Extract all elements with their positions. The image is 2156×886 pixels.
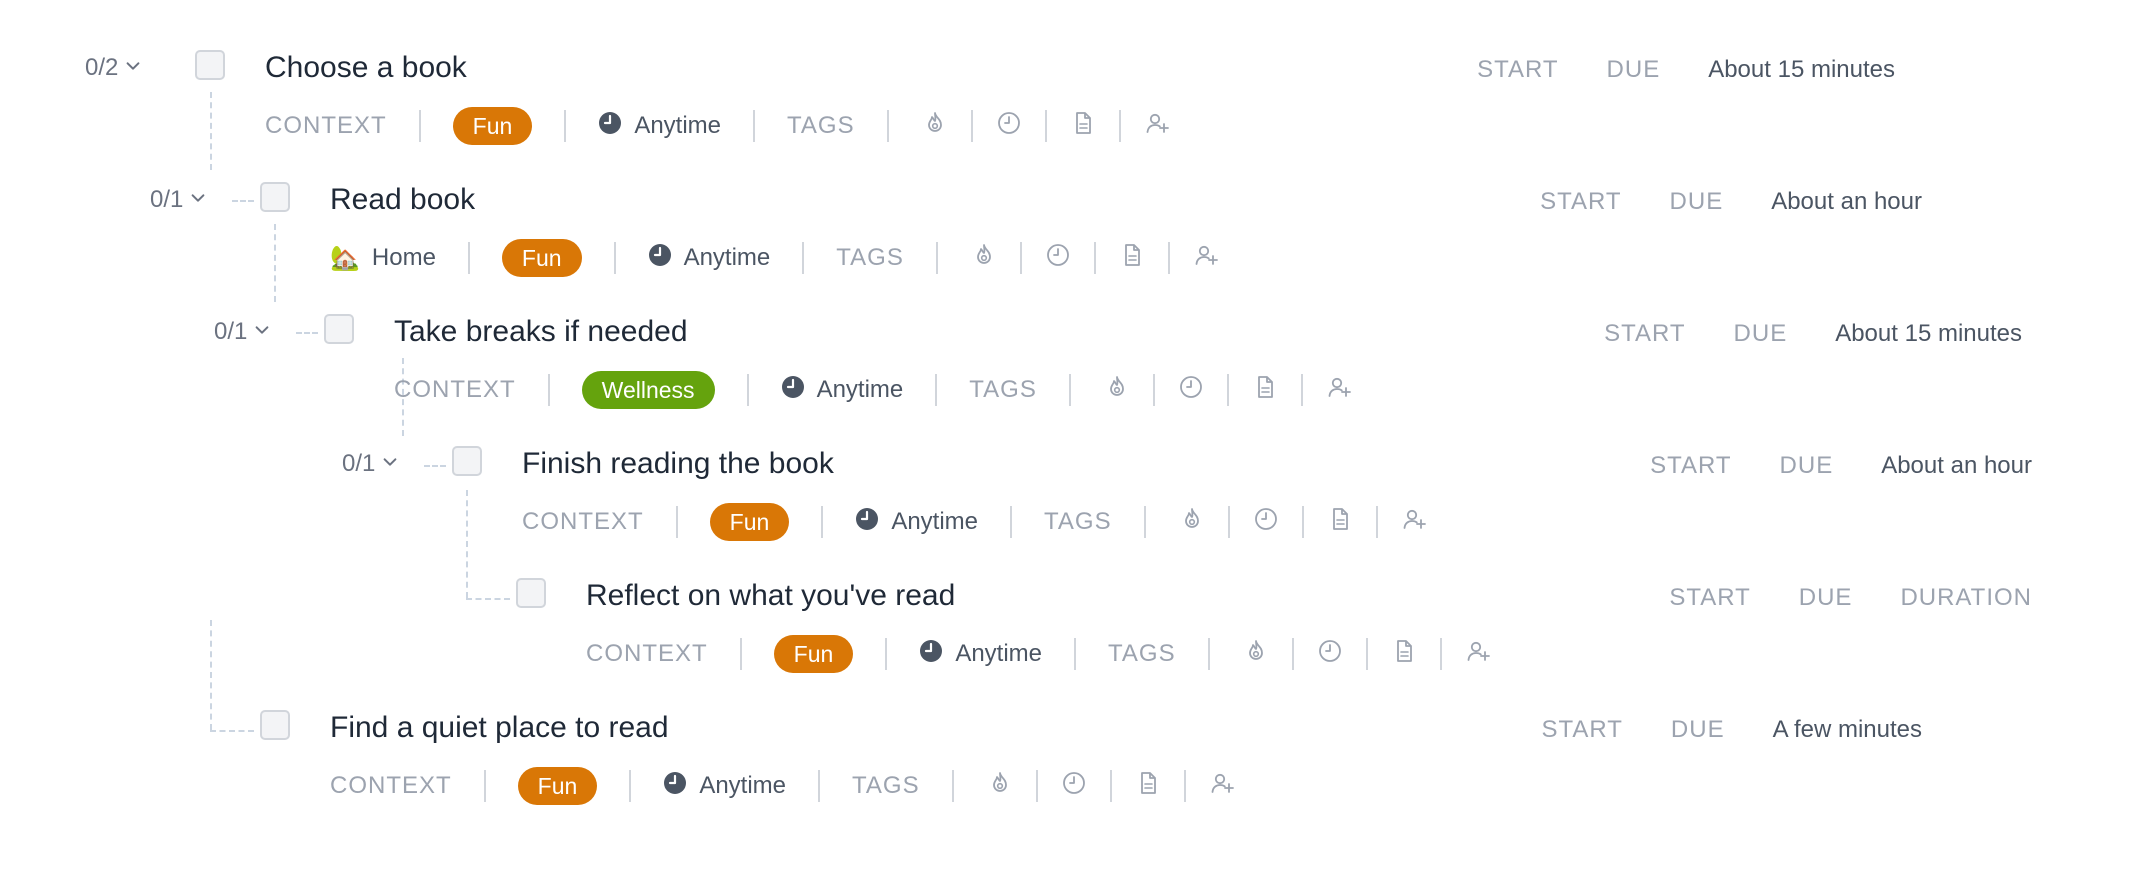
task-meta: START DUE A few minutes: [1541, 716, 1922, 744]
task-title[interactable]: Read book: [330, 183, 475, 217]
task-meta: START DUE About an hour: [1650, 452, 2032, 480]
duration-button[interactable]: About 15 minutes: [1708, 56, 1895, 83]
clock-outline-icon[interactable]: [1060, 769, 1088, 804]
start-date-button[interactable]: START: [1669, 584, 1750, 611]
duration-button[interactable]: DURATION: [1900, 584, 2032, 611]
divider: [629, 770, 632, 802]
subtask-progress: 0/1: [342, 450, 376, 477]
task-attributes: CONTEXT Fun Anytime TAGS: [330, 766, 1236, 806]
add-user-icon[interactable]: [1208, 769, 1236, 804]
task-title[interactable]: Take breaks if needed: [394, 315, 688, 349]
task-row: Reflect on what you've read START DUE DURAT…: [0, 528, 2156, 673]
duration-button[interactable]: About an hour: [1881, 452, 2032, 479]
subtask-progress: 0/2: [85, 54, 119, 81]
chevron-down-icon: [189, 186, 207, 214]
document-icon[interactable]: [1134, 769, 1162, 804]
task-row: 0/1 Finish reading the book START DUE About …: [0, 396, 2156, 541]
due-date-button[interactable]: DUE: [1734, 320, 1788, 347]
task-meta: START DUE About 15 minutes: [1604, 320, 2022, 348]
context-button[interactable]: CONTEXT: [330, 772, 452, 800]
start-date-button[interactable]: START: [1541, 716, 1622, 743]
due-date-button[interactable]: DUE: [1670, 188, 1724, 215]
task-tree: 0/2 Choose a book START DUE About 15 minutes…: [0, 0, 2156, 886]
due-date-button[interactable]: DUE: [1799, 584, 1853, 611]
task-checkbox[interactable]: [516, 578, 546, 608]
task-row: 0/1 Read book START DUE About an hour 🏡 Home Fu…: [0, 132, 2156, 277]
subtask-progress-toggle[interactable]: 0/1: [214, 318, 271, 346]
chevron-down-icon: [381, 450, 399, 478]
divider: [1109, 770, 1112, 802]
task-meta: START DUE DURATION: [1669, 584, 2032, 612]
schedule-label: Anytime: [699, 772, 787, 799]
task-checkbox[interactable]: [324, 314, 354, 344]
divider: [818, 770, 821, 802]
start-date-button[interactable]: START: [1540, 188, 1621, 215]
start-date-button[interactable]: START: [1477, 56, 1558, 83]
start-date-button[interactable]: START: [1604, 320, 1685, 347]
subtask-progress-toggle[interactable]: 0/1: [342, 450, 399, 478]
task-title[interactable]: Find a quiet place to read: [330, 711, 669, 745]
task-row: Find a quiet place to read START DUE A few …: [0, 660, 2156, 805]
flame-icon[interactable]: [986, 769, 1014, 804]
chevron-down-icon: [253, 318, 271, 346]
task-title[interactable]: Reflect on what you've read: [586, 579, 955, 613]
category-pill[interactable]: Fun: [517, 767, 598, 805]
divider: [951, 770, 954, 802]
task-row: 0/2 Choose a book START DUE About 15 minutes…: [0, 0, 2156, 145]
duration-button[interactable]: About an hour: [1771, 188, 1922, 215]
schedule-button[interactable]: Anytime: [663, 771, 786, 802]
due-date-button[interactable]: DUE: [1607, 56, 1661, 83]
task-title[interactable]: Choose a book: [265, 51, 467, 85]
duration-button[interactable]: A few minutes: [1773, 716, 1922, 743]
task-checkbox[interactable]: [452, 446, 482, 476]
subtask-progress-toggle[interactable]: 0/1: [150, 186, 207, 214]
due-date-button[interactable]: DUE: [1780, 452, 1834, 479]
context-label: CONTEXT: [330, 772, 452, 799]
duration-button[interactable]: About 15 minutes: [1835, 320, 2022, 347]
divider: [1183, 770, 1186, 802]
task-row: 0/1 Take breaks if needed START DUE About 15…: [0, 264, 2156, 409]
chevron-down-icon: [124, 54, 142, 82]
start-date-button[interactable]: START: [1650, 452, 1731, 479]
task-title[interactable]: Finish reading the book: [522, 447, 834, 481]
task-checkbox[interactable]: [260, 182, 290, 212]
subtask-progress: 0/1: [150, 186, 184, 213]
divider: [483, 770, 486, 802]
subtask-progress-toggle[interactable]: 0/2: [85, 54, 142, 82]
divider: [1035, 770, 1038, 802]
tags-button[interactable]: TAGS: [852, 772, 920, 800]
task-checkbox[interactable]: [195, 50, 225, 80]
task-meta: START DUE About an hour: [1540, 188, 1922, 216]
task-checkbox[interactable]: [260, 710, 290, 740]
due-date-button[interactable]: DUE: [1671, 716, 1725, 743]
subtask-progress: 0/1: [214, 318, 248, 345]
task-meta: START DUE About 15 minutes: [1477, 56, 1895, 84]
clock-filled-icon: [663, 771, 687, 802]
